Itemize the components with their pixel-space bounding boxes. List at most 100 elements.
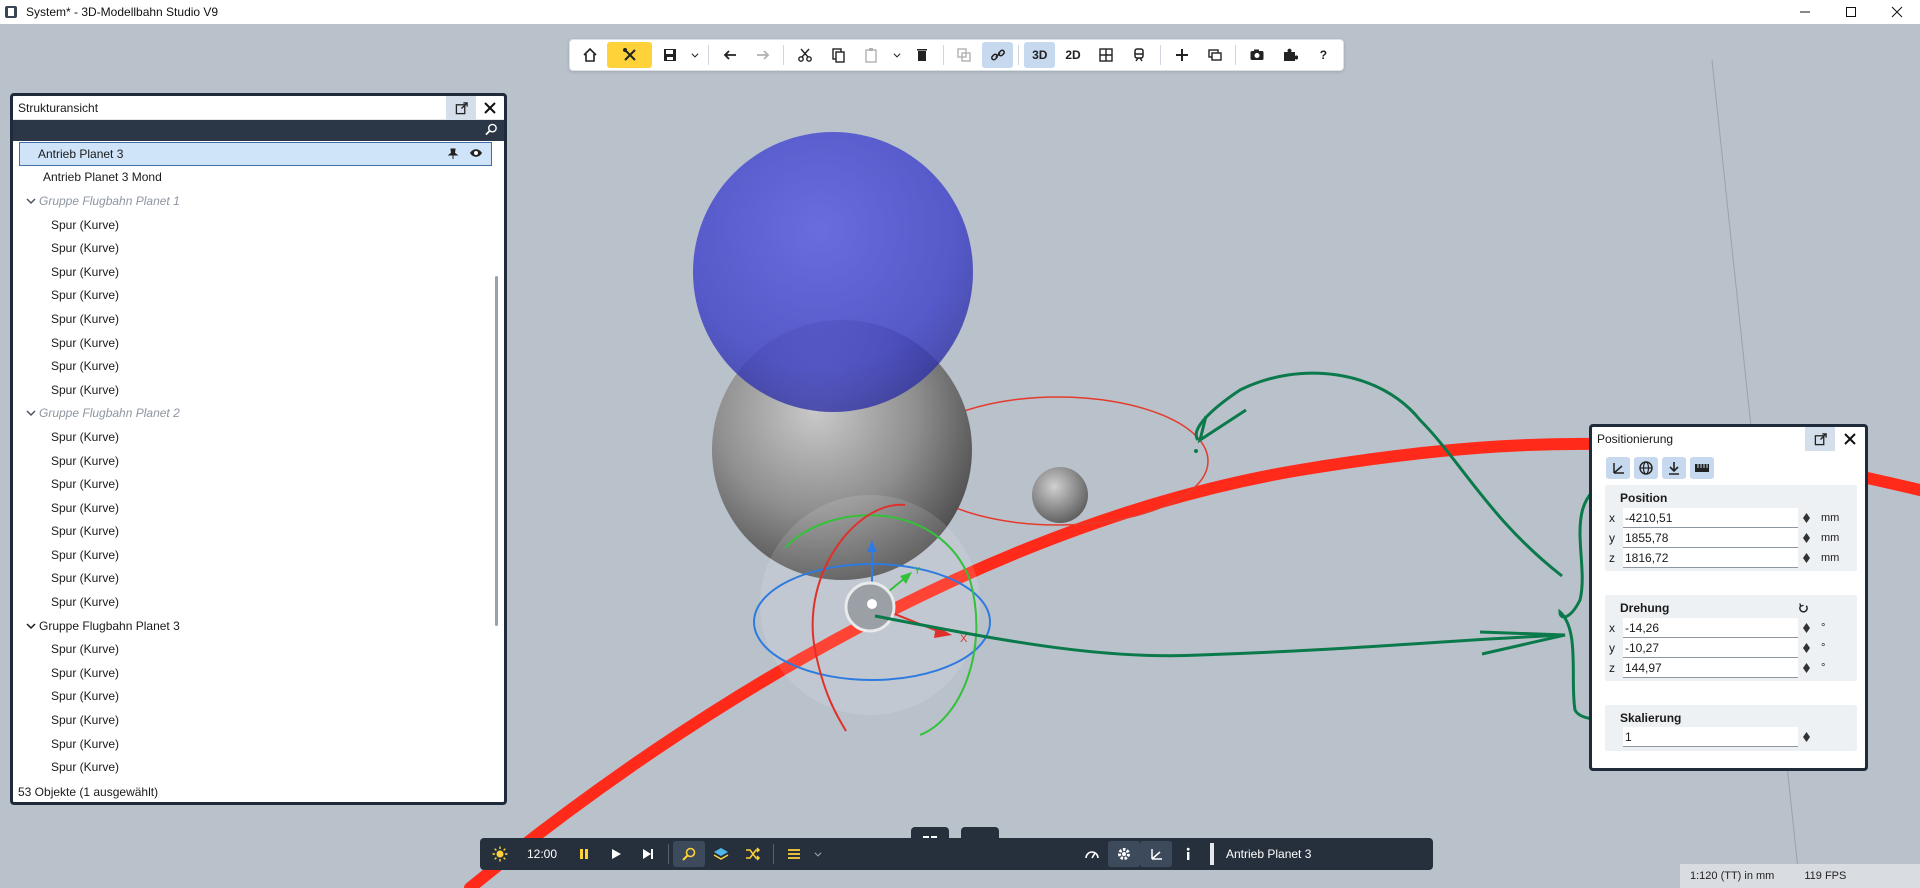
tree-item[interactable]: Spur (Kurve) <box>13 213 504 237</box>
structure-close-button[interactable] <box>476 96 504 120</box>
paste-dropdown[interactable] <box>889 42 905 68</box>
link-button[interactable] <box>981 42 1014 68</box>
train-button[interactable] <box>1124 42 1155 68</box>
layers-button[interactable] <box>705 841 737 867</box>
position-x-spinner[interactable] <box>1801 508 1811 528</box>
scale-spinner[interactable] <box>1801 727 1811 747</box>
tab-local-axes[interactable] <box>1606 457 1630 479</box>
tree-item-selected[interactable]: Antrieb Planet 3 <box>19 142 492 166</box>
tree-item-label: Spur (Kurve) <box>51 713 120 728</box>
rotation-z-spinner[interactable] <box>1801 658 1811 678</box>
tree-item[interactable]: Spur (Kurve) <box>13 661 504 685</box>
tree-group[interactable]: Gruppe Flugbahn Planet 1 <box>13 189 504 213</box>
tree-item[interactable]: Spur (Kurve) <box>13 496 504 520</box>
delete-button[interactable] <box>907 42 938 68</box>
chevron-down-icon[interactable] <box>25 620 37 632</box>
chevron-down-icon[interactable] <box>25 195 37 207</box>
position-y-input[interactable]: 1855,78 <box>1623 528 1798 548</box>
tree-item[interactable]: Spur (Kurve) <box>13 331 504 355</box>
position-y-spinner[interactable] <box>1801 528 1811 548</box>
grid-button[interactable] <box>1091 42 1122 68</box>
chevron-down-icon[interactable] <box>25 407 37 419</box>
tree-item[interactable]: Spur (Kurve) <box>13 260 504 284</box>
tree-item[interactable]: Spur (Kurve) <box>13 307 504 331</box>
tree-item[interactable]: Spur (Kurve) <box>13 708 504 732</box>
position-x-input[interactable]: -4210,51 <box>1623 508 1798 528</box>
tree-item[interactable]: Spur (Kurve) <box>13 425 504 449</box>
tree-item[interactable]: Spur (Kurve) <box>13 354 504 378</box>
view-3d-button[interactable]: 3D <box>1024 42 1056 68</box>
duplicate-button[interactable] <box>949 42 980 68</box>
copy-button[interactable] <box>823 42 854 68</box>
tools-button[interactable] <box>607 42 653 68</box>
save-dropdown[interactable] <box>687 42 703 68</box>
time-display[interactable]: 12:00 <box>516 847 568 861</box>
position-z-spinner[interactable] <box>1801 548 1811 568</box>
undo-button[interactable] <box>714 42 745 68</box>
positioning-close-button[interactable] <box>1837 427 1863 451</box>
paste-button[interactable] <box>856 42 887 68</box>
tab-grid-snap[interactable] <box>1690 457 1714 479</box>
tree-item[interactable]: Antrieb Planet 3 Mond <box>13 166 504 190</box>
reset-rotation-icon[interactable] <box>1798 603 1809 614</box>
rotation-y-input[interactable]: -10,27 <box>1623 638 1798 658</box>
position-z-input[interactable]: 1816,72 <box>1623 548 1798 568</box>
layers-button[interactable] <box>1199 42 1230 68</box>
tree-item[interactable]: Spur (Kurve) <box>13 590 504 614</box>
pin-icon[interactable] <box>447 148 459 160</box>
structure-popout-button[interactable] <box>446 96 476 120</box>
add-button[interactable] <box>1166 42 1197 68</box>
tree-item[interactable]: Spur (Kurve) <box>13 543 504 567</box>
help-button[interactable]: ? <box>1308 42 1339 68</box>
tree-item[interactable]: Spur (Kurve) <box>13 685 504 709</box>
search-icon[interactable] <box>485 123 498 136</box>
rotation-x-input[interactable]: -14,26 <box>1623 618 1798 638</box>
close-window-button[interactable] <box>1874 0 1920 24</box>
tree-group[interactable]: Gruppe Flugbahn Planet 3 <box>13 614 504 638</box>
play-button[interactable] <box>600 841 632 867</box>
search-mode-button[interactable] <box>673 841 705 867</box>
positioning-popout-button[interactable] <box>1805 427 1835 451</box>
daylight-button[interactable] <box>484 841 516 867</box>
minimize-button[interactable] <box>1782 0 1828 24</box>
list-dropdown[interactable] <box>810 841 826 867</box>
tree-item[interactable]: Spur (Kurve) <box>13 449 504 473</box>
tree-item[interactable]: Spur (Kurve) <box>13 755 504 776</box>
rotation-x-spinner[interactable] <box>1801 618 1811 638</box>
shuffle-button[interactable] <box>737 841 769 867</box>
save-button[interactable] <box>654 42 685 68</box>
speed-button[interactable] <box>1076 841 1108 867</box>
settings-button[interactable] <box>1108 841 1140 867</box>
view-2d-button[interactable]: 2D <box>1057 42 1088 68</box>
list-button[interactable] <box>778 841 810 867</box>
plugins-button[interactable] <box>1275 42 1306 68</box>
tree-item[interactable]: Spur (Kurve) <box>13 567 504 591</box>
screenshot-button[interactable] <box>1241 42 1272 68</box>
step-forward-button[interactable] <box>632 841 664 867</box>
home-button[interactable] <box>574 42 605 68</box>
tree-item[interactable]: Spur (Kurve) <box>13 284 504 308</box>
tree-item[interactable]: Spur (Kurve) <box>13 472 504 496</box>
cut-button[interactable] <box>789 42 820 68</box>
maximize-button[interactable] <box>1828 0 1874 24</box>
tree-item[interactable]: Spur (Kurve) <box>13 732 504 756</box>
tab-drop[interactable] <box>1662 457 1686 479</box>
small-moon[interactable] <box>1032 467 1088 523</box>
tree-item[interactable]: Spur (Kurve) <box>13 378 504 402</box>
rotation-z-input[interactable]: 144,97 <box>1623 658 1798 678</box>
eye-icon[interactable] <box>469 148 483 158</box>
info-button[interactable] <box>1172 841 1204 867</box>
redo-button[interactable] <box>747 42 778 68</box>
tree-item[interactable]: Spur (Kurve) <box>13 637 504 661</box>
tree-group[interactable]: Gruppe Flugbahn Planet 2 <box>13 402 504 426</box>
structure-scrollbar[interactable] <box>495 276 498 626</box>
tree-item[interactable]: Spur (Kurve) <box>13 520 504 544</box>
structure-search-bar[interactable] <box>13 120 504 141</box>
tab-world[interactable] <box>1634 457 1658 479</box>
pause-button[interactable] <box>568 841 600 867</box>
scale-input[interactable]: 1 <box>1623 727 1798 747</box>
gizmo-button[interactable] <box>1140 841 1172 867</box>
tree-item[interactable]: Spur (Kurve) <box>13 236 504 260</box>
planet-blue[interactable] <box>693 132 973 412</box>
rotation-y-spinner[interactable] <box>1801 638 1811 658</box>
